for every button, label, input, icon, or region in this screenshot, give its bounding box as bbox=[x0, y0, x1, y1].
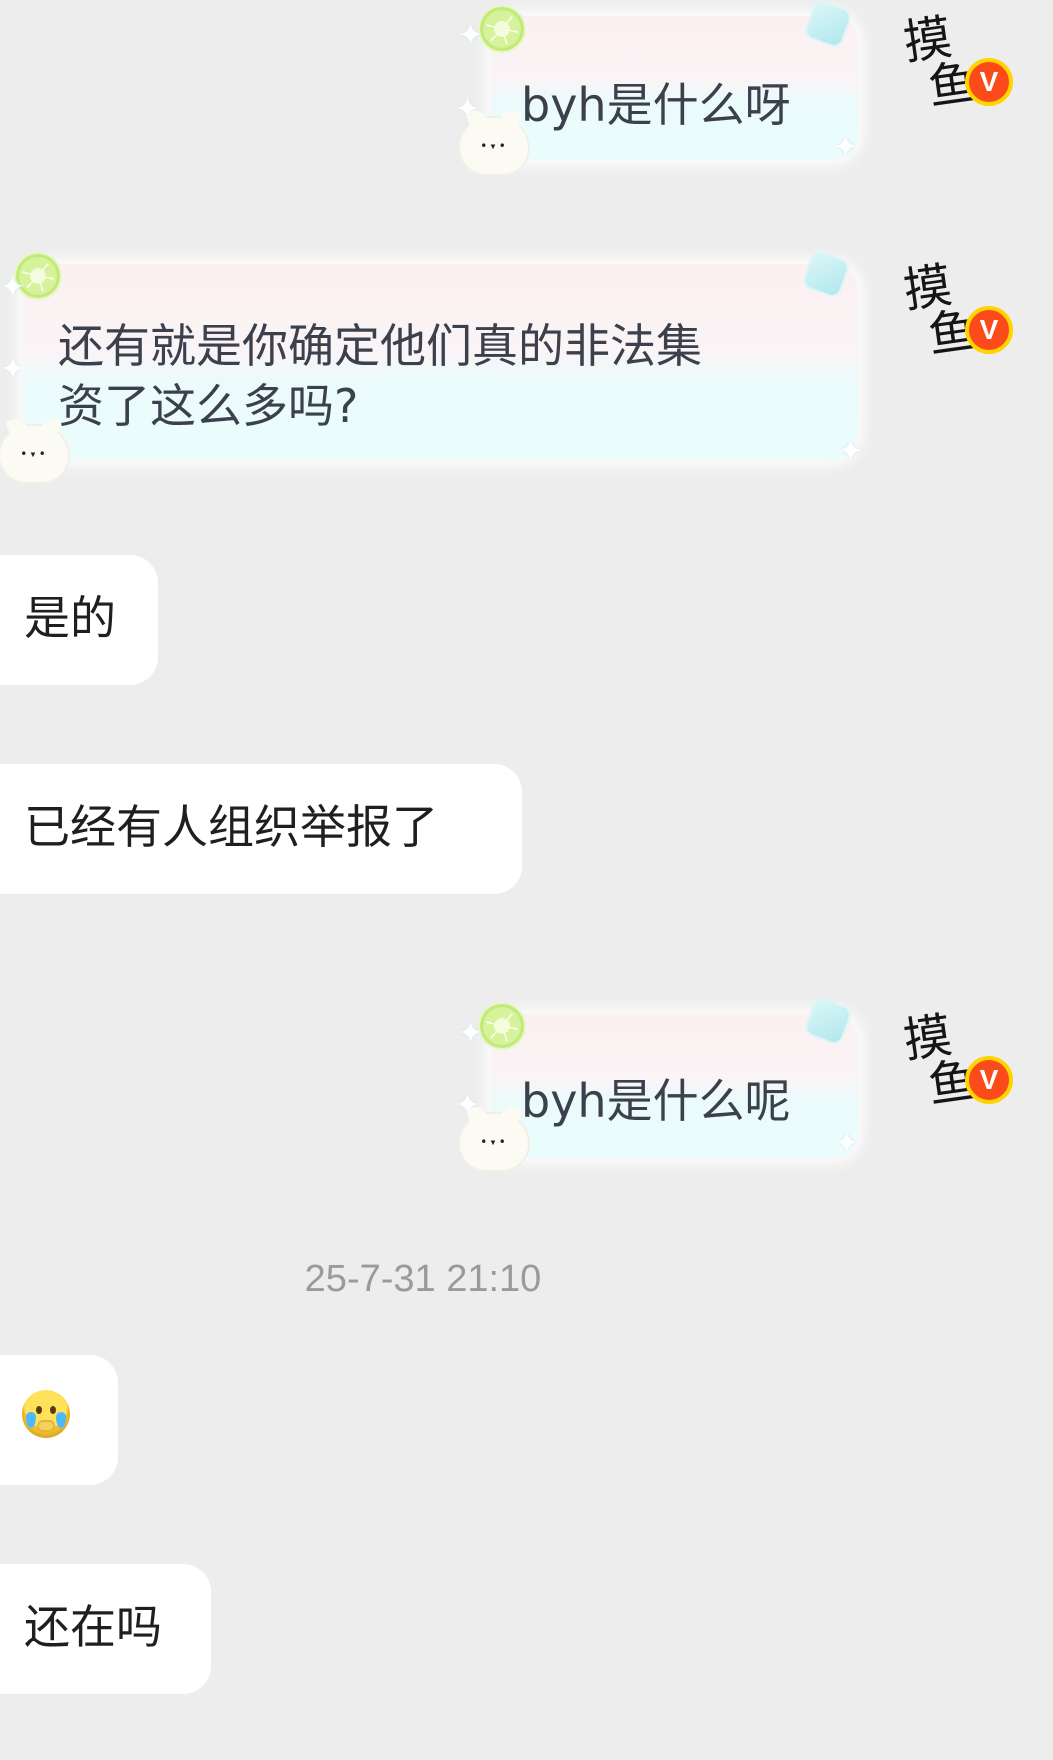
chat-message-list[interactable]: byh是什么呀 ✦ ✦ ✦ •▾• 摸鱼 V 还有就是你确定他们真的非法集 资了… bbox=[0, 0, 1053, 1760]
avatar[interactable]: 摸鱼 V bbox=[900, 1007, 1013, 1116]
white-cat-icon: •▾• bbox=[0, 426, 68, 482]
avatar[interactable]: 摸鱼 V bbox=[900, 9, 1013, 118]
message-text: 已经有人组织举报了 bbox=[24, 800, 438, 854]
verified-v-badge-icon: V bbox=[965, 1056, 1013, 1104]
incoming-message: 是的 bbox=[0, 555, 1053, 685]
avatar[interactable]: 摸鱼 V bbox=[900, 257, 1013, 366]
outgoing-message: byh是什么呢 ✦ ✦ ✦ •▾• 摸鱼 V bbox=[0, 997, 1053, 1178]
message-bubble[interactable]: byh是什么呢 bbox=[491, 1014, 858, 1158]
incoming-message bbox=[0, 1355, 1053, 1485]
sparkle-icon: ✦ bbox=[458, 1016, 484, 1051]
message-text: 还在吗 bbox=[24, 1600, 162, 1654]
outgoing-message: 还有就是你确定他们真的非法集 资了这么多吗? ✦ ✦ ✦ •▾• 摸鱼 V bbox=[0, 250, 1053, 500]
message-text: 还有就是你确定他们真的非法集 资了这么多吗? bbox=[58, 319, 702, 433]
sparkle-icon: ✦ bbox=[833, 130, 859, 165]
message-text: byh是什么呀 bbox=[521, 78, 791, 132]
sparkle-icon: ✦ bbox=[458, 18, 484, 53]
white-cat-icon: •▾• bbox=[460, 1114, 528, 1170]
sparkle-icon: ✦ bbox=[0, 270, 26, 305]
verified-v-badge-icon: V bbox=[965, 58, 1013, 106]
message-bubble[interactable]: 是的 bbox=[0, 555, 158, 685]
message-text: 是的 bbox=[24, 591, 116, 645]
message-timestamp: 25-7-31 21:10 bbox=[304, 1258, 542, 1300]
verified-v-badge-icon: V bbox=[965, 306, 1013, 354]
message-bubble[interactable]: 已经有人组织举报了 bbox=[0, 764, 522, 894]
lime-icon bbox=[480, 7, 524, 51]
sparkle-icon: ✦ bbox=[0, 352, 26, 387]
message-bubble[interactable]: 还在吗 bbox=[0, 1564, 211, 1694]
message-bubble[interactable]: byh是什么呀 bbox=[491, 16, 858, 160]
incoming-message: 还在吗 bbox=[0, 1564, 1053, 1694]
message-bubble[interactable] bbox=[0, 1355, 118, 1485]
sparkle-icon: ✦ bbox=[834, 1126, 860, 1161]
message-bubble[interactable]: 还有就是你确定他们真的非法集 资了这么多吗? bbox=[23, 264, 858, 460]
sparkle-icon: ✦ bbox=[838, 434, 864, 469]
lime-icon bbox=[480, 1004, 524, 1048]
crying-face-covering-mouth-icon bbox=[22, 1390, 70, 1438]
incoming-message: 已经有人组织举报了 bbox=[0, 764, 1053, 894]
outgoing-message: byh是什么呀 ✦ ✦ ✦ •▾• 摸鱼 V bbox=[0, 0, 1053, 180]
white-cat-icon: •▾• bbox=[460, 118, 528, 174]
message-text: byh是什么呢 bbox=[521, 1074, 791, 1128]
